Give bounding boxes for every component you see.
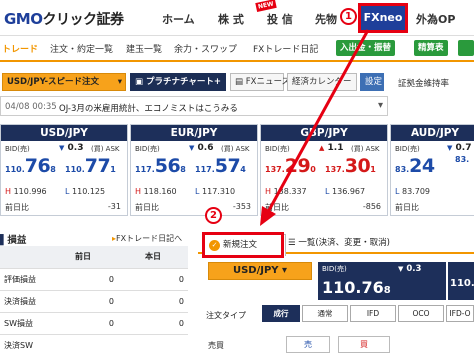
callout-number-1: 1	[340, 8, 357, 25]
callout-arrow-line	[266, 29, 370, 213]
callout-number-2: 2	[205, 207, 222, 224]
callout-arrow	[260, 29, 370, 226]
